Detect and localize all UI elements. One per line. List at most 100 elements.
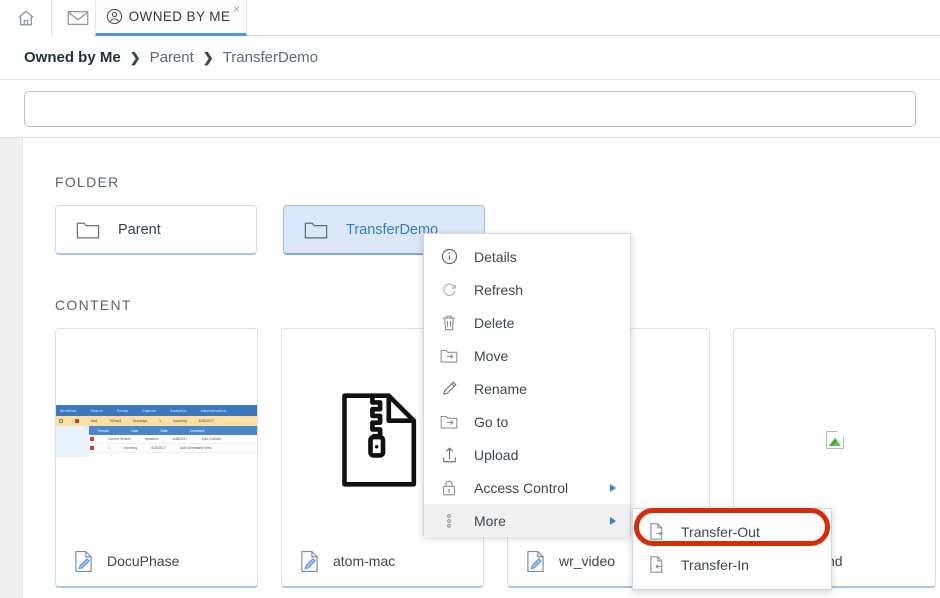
thumbnail-col: Comment xyxy=(189,428,205,433)
thumbnail-gutter xyxy=(56,426,89,457)
folder-arrow-icon xyxy=(440,348,458,364)
thumbnail-col: User xyxy=(131,428,139,433)
menu-item-label: Access Control xyxy=(474,479,569,496)
trash-icon xyxy=(440,314,458,332)
thumbnail-cell: Add xyxy=(91,419,98,423)
submenu-arrow-icon xyxy=(610,483,616,492)
menu-item-label: More xyxy=(474,512,506,529)
document-in-icon xyxy=(647,555,665,574)
user-circle-icon xyxy=(106,8,123,25)
breadcrumb-item-owned-by-me[interactable]: Owned by Me xyxy=(24,49,121,66)
menu-item-label: Move xyxy=(474,347,509,364)
breadcrumb: Owned by Me ❯ Parent ❯ TransferDemo xyxy=(0,36,940,80)
thumbnail-nav-item: Capture xyxy=(142,408,157,413)
lock-icon xyxy=(440,479,458,497)
thumbnail-nav-item: Analytics xyxy=(170,408,187,413)
document-out-icon xyxy=(647,522,665,541)
home-icon xyxy=(16,8,36,28)
tab-label: OWNED BY ME xyxy=(128,9,231,24)
thumbnail-nav-item: Search xyxy=(90,408,103,413)
checkbox-icon xyxy=(59,419,63,423)
refresh-icon xyxy=(440,281,458,298)
thumbnail-cell: 6/26/2017 xyxy=(198,419,214,423)
envelope-icon xyxy=(67,9,89,27)
thumbnail-cell: TATest3 xyxy=(109,419,121,423)
thumbnail-cell: 1 xyxy=(108,446,110,450)
thumbnail-cell: Auto Generated Versi. xyxy=(179,446,213,450)
thumbnail-cell: Incoming xyxy=(123,446,138,450)
menu-item-label: Upload xyxy=(474,446,519,463)
vertical-dots-icon xyxy=(440,512,458,530)
thumbnail-cell: sysadmin xyxy=(144,437,159,441)
menu-item-upload[interactable]: Upload xyxy=(424,438,630,471)
content-name: DocuPhase xyxy=(107,553,180,569)
content-card-docuphase[interactable]: Workflow Search Forms Capture Analytics … xyxy=(55,328,258,588)
menu-item-details[interactable]: Details xyxy=(424,240,630,273)
menu-item-access-control[interactable]: Access Control xyxy=(424,471,630,504)
thumbnail-col: Date xyxy=(160,428,168,433)
content-card-footer: DocuPhase xyxy=(56,544,257,578)
folder-icon xyxy=(304,220,328,240)
thumbnail-nav: Workflow Search Forms Capture Analytics … xyxy=(56,405,257,416)
menu-item-rename[interactable]: Rename xyxy=(424,372,630,405)
document-edit-icon xyxy=(74,550,93,573)
menu-item-label: Transfer-In xyxy=(681,556,749,573)
breadcrumb-separator: ❯ xyxy=(129,50,141,65)
breadcrumb-separator: ❯ xyxy=(202,50,214,65)
thumbnail-cell: 6/26/2017 xyxy=(151,446,166,450)
menu-item-transfer-in[interactable]: Transfer-In xyxy=(633,548,831,581)
tab-close-icon[interactable]: × xyxy=(233,3,240,15)
tab-home[interactable] xyxy=(0,0,52,36)
search-input[interactable] xyxy=(24,91,916,127)
menu-item-go-to[interactable]: Go to xyxy=(424,405,630,438)
thumbnail-highlight-row: Add TATest3 Drawings 1 Incoming 6/26/201… xyxy=(56,416,257,426)
broken-image-corner xyxy=(836,431,844,438)
content-card-footer: atom-mac xyxy=(282,544,483,578)
menu-item-label: Refresh xyxy=(474,281,524,298)
thumbnail-cell: Current Version xyxy=(108,437,131,441)
menu-item-label: Go to xyxy=(474,413,509,430)
pencil-icon xyxy=(440,380,458,397)
submenu-arrow-icon xyxy=(610,516,616,525)
menu-item-delete[interactable]: Delete xyxy=(424,306,630,339)
context-menu: Details Refresh Delete Move Rename Go to… xyxy=(423,233,631,537)
menu-item-transfer-out[interactable]: Transfer-Out xyxy=(633,515,831,548)
status-square-icon xyxy=(90,446,94,450)
thumbnail-cell: 6/26/2017 xyxy=(172,437,188,441)
content-name: atom-mac xyxy=(333,553,396,569)
folder-arrow-icon xyxy=(440,414,458,430)
thumbnail-cell: Incoming xyxy=(173,419,187,423)
screenshot-thumbnail: Workflow Search Forms Capture Analytics … xyxy=(56,405,257,457)
thumbnail-cell: Drawings xyxy=(132,419,148,423)
thumbnail-nav-item: Administration xyxy=(200,408,227,413)
thumbnail-cell: 1 xyxy=(159,419,162,423)
document-edit-icon xyxy=(526,550,545,573)
menu-item-label: Transfer-Out xyxy=(681,523,760,540)
menu-item-refresh[interactable]: Refresh xyxy=(424,273,630,306)
broken-image-icon xyxy=(825,431,844,449)
breadcrumb-item-parent[interactable]: Parent xyxy=(150,49,194,66)
breadcrumb-item-transferdemo[interactable]: TransferDemo xyxy=(223,49,318,66)
document-edit-icon xyxy=(300,550,319,573)
upload-icon xyxy=(440,446,458,464)
thumbnail-nav-item: Forms xyxy=(116,408,129,413)
application-window: OWNED BY ME × Owned by Me ❯ Parent ❯ Tra… xyxy=(0,0,940,598)
menu-item-label: Details xyxy=(474,248,517,265)
menu-item-label: Rename xyxy=(474,380,527,397)
info-circle-icon xyxy=(440,248,458,265)
menu-item-move[interactable]: Move xyxy=(424,339,630,372)
content-name: wr_video xyxy=(559,553,616,569)
thumbnail-col: Version xyxy=(98,428,110,433)
more-submenu: Transfer-Out Transfer-In xyxy=(632,508,832,590)
menu-item-more[interactable]: More xyxy=(424,504,630,537)
tab-bar: OWNED BY ME × xyxy=(0,0,940,36)
folder-section-title: FOLDER xyxy=(55,174,120,190)
thumbnail-nav-item: Workflow xyxy=(60,408,77,413)
zip-file-icon xyxy=(334,388,432,492)
search-bar xyxy=(0,81,940,138)
folder-card-parent[interactable]: Parent xyxy=(55,205,257,255)
status-square-icon xyxy=(75,419,79,423)
status-square-icon xyxy=(90,437,94,441)
content-section-title: CONTENT xyxy=(55,297,132,313)
tab-owned-by-me[interactable]: OWNED BY ME × xyxy=(95,0,247,36)
